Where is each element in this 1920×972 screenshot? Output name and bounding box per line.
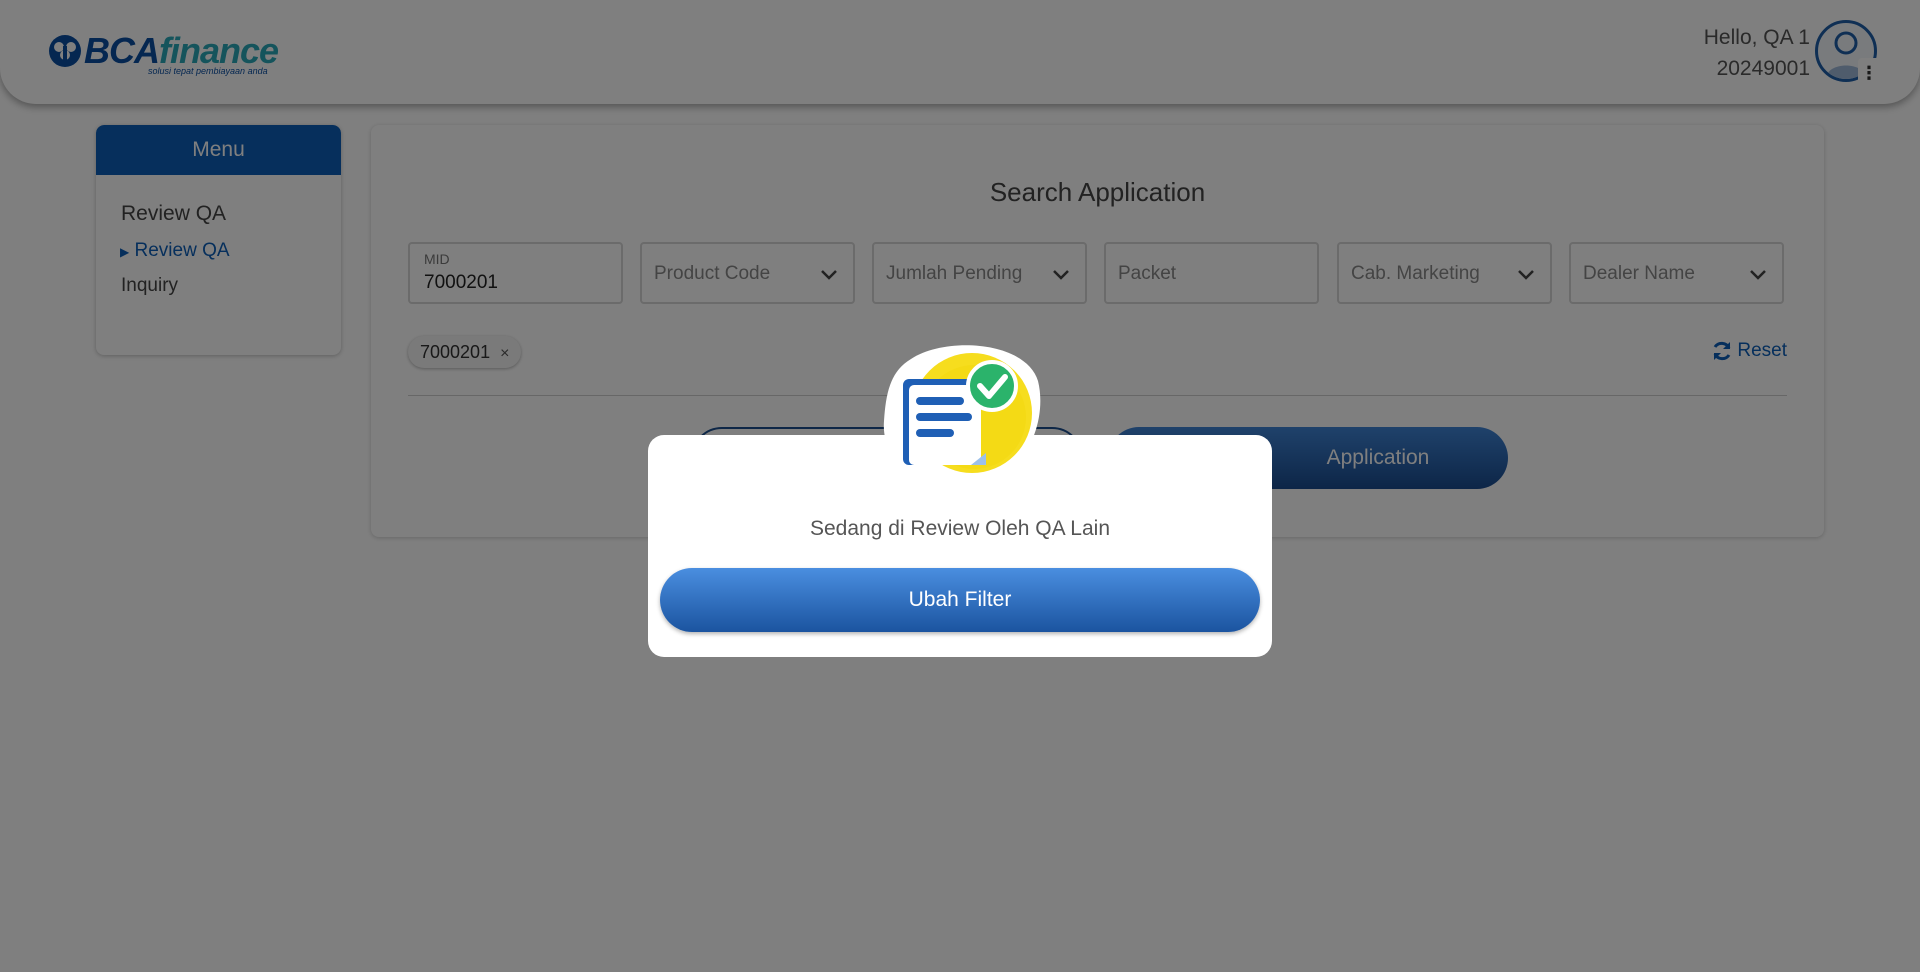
ubah-filter-button[interactable]: Ubah Filter <box>660 568 1260 632</box>
modal-message: Sedang di Review Oleh QA Lain <box>809 517 1111 540</box>
document-check-icon <box>883 345 1041 484</box>
